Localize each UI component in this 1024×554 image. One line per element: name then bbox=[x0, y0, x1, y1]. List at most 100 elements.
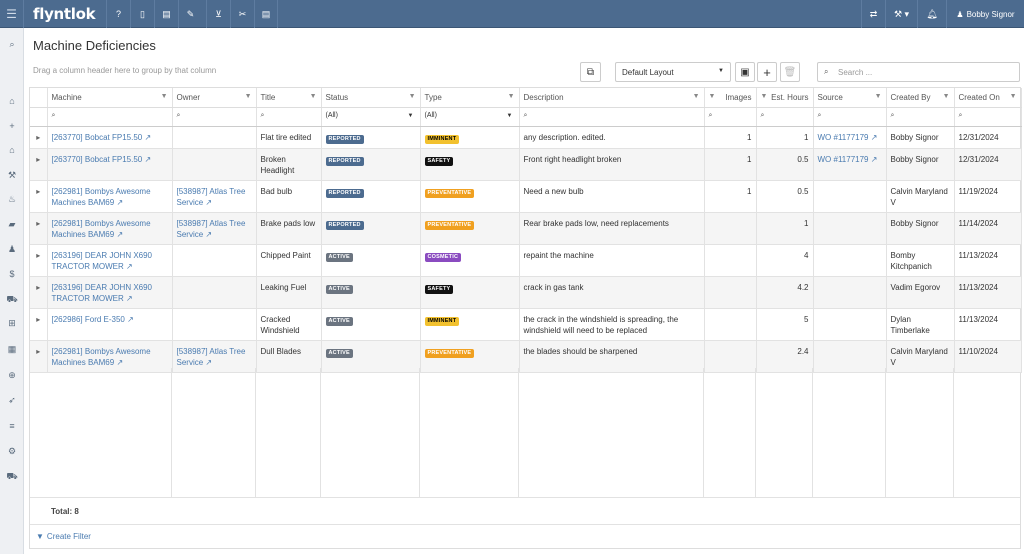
filter-icon[interactable]: ▼ bbox=[875, 93, 882, 100]
cell-machine[interactable]: [262981] Bombys Awesome Machines BAM69 ↗ bbox=[47, 212, 173, 245]
external-link-icon[interactable]: ↗ bbox=[205, 358, 212, 367]
save-layout-button[interactable]: ▣ bbox=[735, 62, 755, 82]
expand-row-icon[interactable]: ▸ bbox=[30, 212, 48, 245]
external-link-icon[interactable]: ↗ bbox=[116, 358, 123, 367]
cell-owner[interactable] bbox=[172, 244, 257, 277]
expand-row-icon[interactable]: ▸ bbox=[30, 148, 48, 181]
cell-owner[interactable] bbox=[172, 148, 257, 181]
document-icon[interactable]: ▤ bbox=[154, 0, 178, 28]
cell-owner[interactable] bbox=[172, 308, 257, 341]
column-header-created-by[interactable]: Created By ▼ bbox=[886, 88, 955, 108]
help-icon[interactable]: ? bbox=[106, 0, 130, 28]
external-link-icon[interactable]: ↗ bbox=[116, 198, 123, 207]
cell-machine[interactable]: [262981] Bombys Awesome Machines BAM69 ↗ bbox=[47, 340, 173, 373]
external-link-icon[interactable]: ↗ bbox=[116, 230, 123, 239]
external-link-icon[interactable]: ↗ bbox=[126, 262, 133, 271]
table-row[interactable]: ▸ [262986] Ford E-350 ↗ Cracked Windshield… bbox=[30, 308, 1022, 341]
column-header-status[interactable]: Status ▼ bbox=[321, 88, 421, 108]
cell-source[interactable] bbox=[813, 308, 887, 341]
filter-owner[interactable]: ⌕ bbox=[172, 107, 257, 127]
person-icon[interactable]: ♟ bbox=[0, 244, 24, 255]
filter-icon[interactable]: ▼ bbox=[409, 93, 416, 100]
delete-layout-button[interactable]: 🗑︎ bbox=[780, 62, 800, 82]
cell-owner[interactable] bbox=[172, 276, 257, 309]
tractor-icon[interactable]: ⛟ bbox=[0, 294, 24, 306]
column-header-title[interactable]: Title ▼ bbox=[256, 88, 322, 108]
target-icon[interactable]: ⊕ bbox=[0, 370, 24, 381]
cell-machine[interactable]: [262981] Bombys Awesome Machines BAM69 ↗ bbox=[47, 180, 173, 213]
column-header-type[interactable]: Type ▼ bbox=[420, 88, 520, 108]
filter-description[interactable]: ⌕ bbox=[519, 107, 705, 127]
expand-row-icon[interactable]: ▸ bbox=[30, 180, 48, 213]
add-layout-button[interactable]: + bbox=[757, 62, 777, 82]
column-header-images[interactable]: ▼ Images bbox=[704, 88, 757, 108]
cell-machine[interactable]: [263196] DEAR JOHN X690 TRACTOR MOWER ↗ bbox=[47, 276, 173, 309]
filter-created-on[interactable]: ⌕ bbox=[954, 107, 1022, 127]
cell-machine[interactable]: [263770] Bobcat FP15.50 ↗ bbox=[47, 126, 173, 149]
org-chart-icon[interactable]: ⊞ bbox=[0, 318, 24, 329]
filter-type[interactable]: (All) ▼ bbox=[420, 107, 520, 127]
filter-icon[interactable]: ▼ bbox=[161, 93, 168, 100]
home-icon[interactable]: ⌂ bbox=[0, 96, 24, 106]
filter-images[interactable]: ⌕ bbox=[704, 107, 757, 127]
column-header-source[interactable]: Source ▼ bbox=[813, 88, 887, 108]
app-logo[interactable]: flyntlok bbox=[33, 5, 96, 23]
cell-source[interactable] bbox=[813, 276, 887, 309]
file-icon[interactable]: ▤ bbox=[254, 0, 278, 28]
rocket-icon[interactable]: ➶ bbox=[0, 395, 24, 406]
group-by-drop-zone[interactable]: Drag a column header here to group by th… bbox=[33, 66, 216, 75]
building-icon[interactable]: ▦ bbox=[0, 344, 24, 355]
column-chooser-button[interactable]: ⧉ bbox=[580, 62, 601, 82]
hamburger-icon[interactable]: ☰ bbox=[0, 0, 24, 28]
column-header-est-hours[interactable]: ▼ Est. Hours bbox=[756, 88, 814, 108]
external-link-icon[interactable]: ↗ bbox=[871, 133, 878, 142]
cell-source[interactable] bbox=[813, 212, 887, 245]
table-row[interactable]: ▸ [262981] Bombys Awesome Machines BAM69 … bbox=[30, 340, 1022, 373]
expand-row-icon[interactable]: ▸ bbox=[30, 340, 48, 373]
table-row[interactable]: ▸ [263770] Bobcat FP15.50 ↗ Broken Headlig… bbox=[30, 148, 1022, 181]
bank-icon[interactable]: ⌂ bbox=[0, 145, 24, 155]
delivery-truck-icon[interactable]: ⛟ bbox=[0, 471, 24, 483]
filter-icon[interactable]: ▼ bbox=[245, 93, 252, 100]
filter-icon[interactable]: ▼ bbox=[761, 93, 768, 100]
column-header-machine[interactable]: Machine ▼ bbox=[47, 88, 173, 108]
cart-icon[interactable]: ⊻ bbox=[206, 0, 230, 28]
external-link-icon[interactable]: ↗ bbox=[144, 133, 151, 142]
user-menu[interactable]: ♟ Bobby Signor bbox=[946, 0, 1024, 28]
expand-row-icon[interactable]: ▸ bbox=[30, 308, 48, 341]
cell-machine[interactable]: [263770] Bobcat FP15.50 ↗ bbox=[47, 148, 173, 181]
gear-icon[interactable]: ⚙ bbox=[0, 446, 24, 457]
cell-source[interactable] bbox=[813, 340, 887, 373]
column-header-owner[interactable]: Owner ▼ bbox=[172, 88, 257, 108]
search-icon[interactable]: ⌕ bbox=[0, 39, 24, 50]
expand-row-icon[interactable]: ▸ bbox=[30, 126, 48, 149]
filter-machine[interactable]: ⌕ bbox=[47, 107, 173, 127]
filter-icon[interactable]: ▼ bbox=[943, 93, 950, 100]
filter-status[interactable]: (All) ▼ bbox=[321, 107, 421, 127]
table-row[interactable]: ▸ [263196] DEAR JOHN X690 TRACTOR MOWER ↗… bbox=[30, 276, 1022, 309]
layout-select[interactable]: Default Layout ▼ bbox=[615, 62, 731, 82]
expand-row-icon[interactable]: ▸ bbox=[30, 244, 48, 277]
table-row[interactable]: ▸ [262981] Bombys Awesome Machines BAM69 … bbox=[30, 212, 1022, 245]
column-header-description[interactable]: Description ▼ bbox=[519, 88, 705, 108]
external-link-icon[interactable]: ↗ bbox=[871, 155, 878, 164]
plus-icon[interactable]: + bbox=[0, 121, 24, 131]
filter-icon[interactable]: ▼ bbox=[310, 93, 317, 100]
cell-owner[interactable]: [538987] Atlas Tree Service ↗ bbox=[172, 340, 257, 373]
filter-icon[interactable]: ▼ bbox=[1010, 93, 1017, 100]
list-icon[interactable]: ≡ bbox=[0, 421, 24, 431]
cell-machine[interactable]: [263196] DEAR JOHN X690 TRACTOR MOWER ↗ bbox=[47, 244, 173, 277]
filter-icon[interactable]: ▼ bbox=[709, 93, 716, 100]
external-link-icon[interactable]: ↗ bbox=[205, 230, 212, 239]
external-link-icon[interactable]: ↗ bbox=[205, 198, 212, 207]
cell-owner[interactable] bbox=[172, 126, 257, 149]
wrench-icon[interactable]: ⚒ ▾ bbox=[885, 0, 917, 28]
search-input[interactable]: ⌕ Search ... bbox=[817, 62, 1020, 82]
filter-icon[interactable]: ▼ bbox=[693, 93, 700, 100]
filter-est-hours[interactable]: ⌕ bbox=[756, 107, 814, 127]
external-link-icon[interactable]: ↗ bbox=[127, 315, 134, 324]
cell-source[interactable] bbox=[813, 180, 887, 213]
filter-source[interactable]: ⌕ bbox=[813, 107, 887, 127]
bell-icon[interactable]: 🔔︎ bbox=[917, 0, 946, 28]
cell-source[interactable] bbox=[813, 244, 887, 277]
